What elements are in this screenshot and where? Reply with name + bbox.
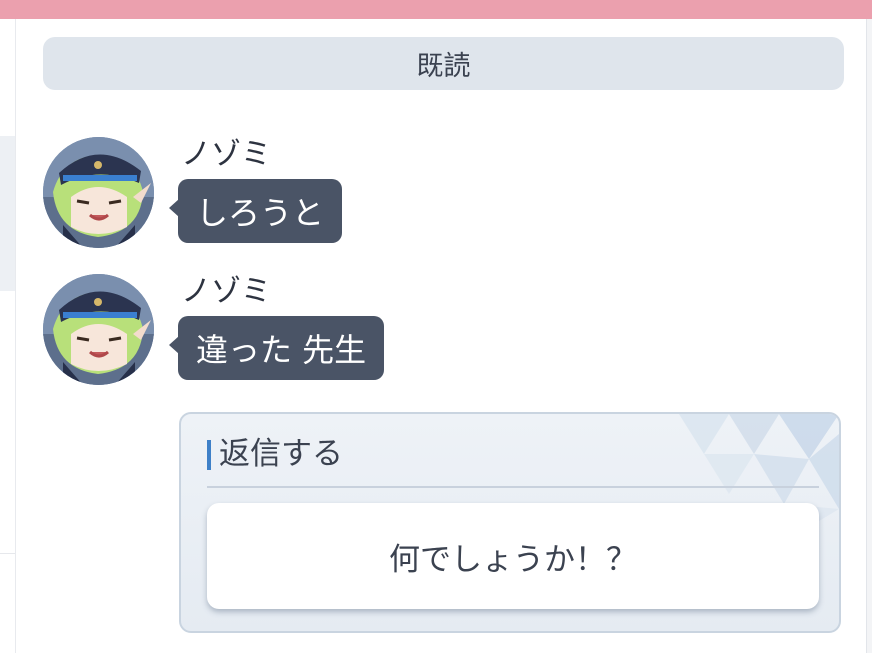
left-panel-divider bbox=[0, 553, 15, 554]
reply-divider bbox=[207, 486, 819, 488]
message-row: ノゾミ 違った 先生 bbox=[43, 274, 543, 394]
nozomi-avatar-icon[interactable] bbox=[43, 137, 154, 248]
nozomi-avatar-icon[interactable] bbox=[43, 274, 154, 385]
message-bubble: 違った 先生 bbox=[168, 316, 385, 380]
reply-panel: 返信する 何でしょうか！？ bbox=[179, 412, 841, 633]
top-bar bbox=[0, 0, 872, 19]
reply-title: 返信する bbox=[207, 436, 343, 472]
sender-name: ノゾミ bbox=[181, 137, 271, 172]
left-panel-selected-item[interactable] bbox=[0, 136, 15, 291]
message-row: ノゾミ しろうと bbox=[43, 137, 543, 257]
chat-window: 既読 ノゾミ しろうと ノゾミ 違った 先生 返信する 何でしょうか！？ bbox=[0, 0, 872, 653]
left-panel-edge bbox=[0, 19, 16, 653]
read-status-banner: 既読 bbox=[43, 37, 844, 90]
sender-name: ノゾミ bbox=[181, 274, 271, 309]
scrollbar[interactable] bbox=[866, 19, 872, 653]
reply-option-button[interactable]: 何でしょうか！？ bbox=[207, 503, 819, 609]
message-bubble: しろうと bbox=[168, 179, 343, 243]
